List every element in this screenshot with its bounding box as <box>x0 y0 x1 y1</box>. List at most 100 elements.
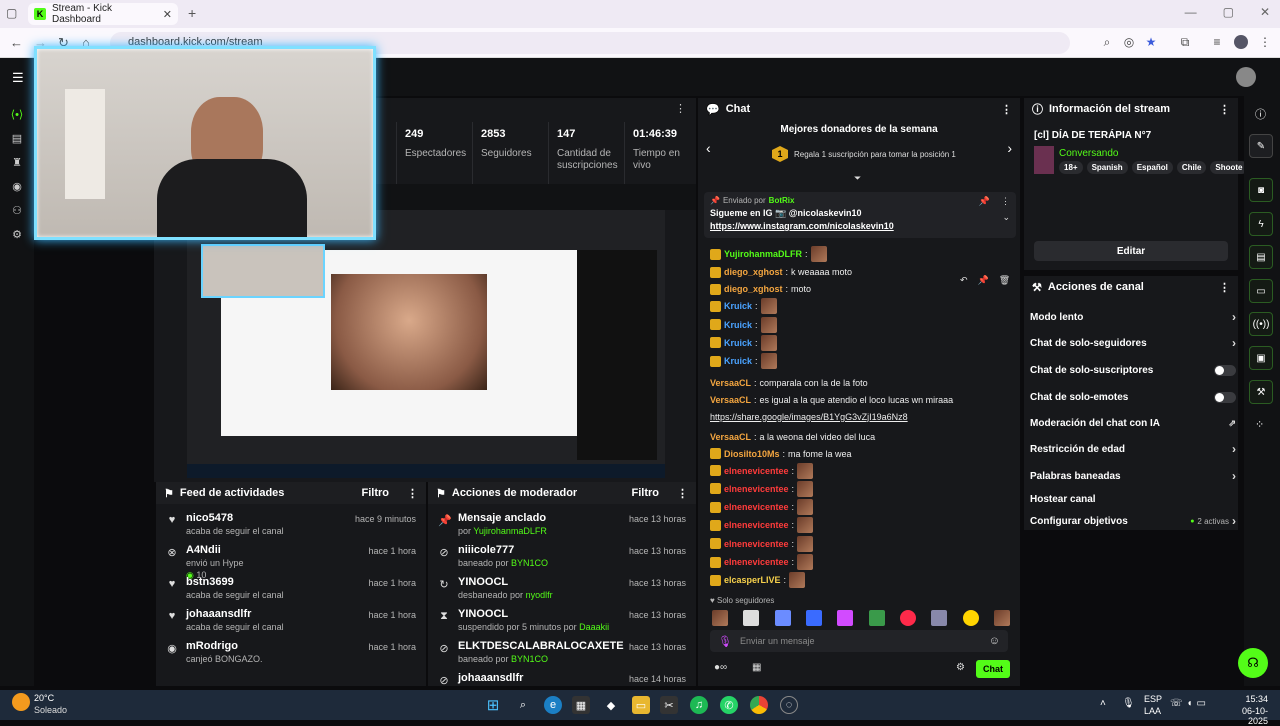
emote-6[interactable] <box>868 610 885 626</box>
mic-icon[interactable]: 🎙 <box>718 635 732 648</box>
app-icon[interactable]: ◆ <box>602 696 620 714</box>
spotify-icon[interactable]: ♫ <box>690 696 708 714</box>
weather-icon[interactable] <box>12 693 30 711</box>
mod-filter-button[interactable]: Filtro <box>632 487 660 499</box>
hamburger-menu-icon[interactable]: ☰ <box>12 70 24 86</box>
chat-message[interactable]: elcasperLIVE: <box>710 572 806 589</box>
chat-message[interactable]: Kruick: <box>710 316 777 333</box>
mod-item-name[interactable]: YINOOCL <box>458 576 508 588</box>
collapse-icon[interactable]: ⏷ <box>854 173 861 184</box>
chat-username[interactable]: Diosilto10Ms <box>724 449 780 459</box>
chat-username[interactable]: elnenevicentee <box>724 539 789 549</box>
chat-message[interactable]: elnenevicentee: <box>710 535 814 552</box>
stream-tag[interactable]: Chile <box>1176 161 1207 174</box>
network-volume-battery-icon[interactable]: ☏◖▭ <box>1170 698 1210 709</box>
channel-action-item[interactable]: Configurar objetivos ● 2 activas › <box>1030 510 1236 532</box>
feed-item[interactable]: ♥ nico5478 acaba de seguir el canal hace 9 … <box>156 512 426 544</box>
chat-username[interactable]: Kruick <box>724 301 752 311</box>
video-preview[interactable] <box>187 210 665 478</box>
back-icon[interactable]: ← <box>10 35 23 50</box>
kick-points-icon[interactable]: ●∞ <box>714 662 727 673</box>
pinned-link[interactable]: https://www.instagram.com/nicolaskevin10 <box>710 221 894 231</box>
maximize-icon[interactable]: ▢ <box>1223 5 1234 19</box>
channel-action-item[interactable]: Restricción de edad › <box>1030 438 1236 460</box>
content-nav-icon[interactable]: ▤ <box>10 132 24 146</box>
channel-action-item[interactable]: Palabras baneadas › <box>1030 465 1236 487</box>
window-close-icon[interactable]: ✕ <box>1260 5 1270 19</box>
camera-nav-icon[interactable]: ◉ <box>10 180 24 194</box>
mod-item[interactable]: ↻ YINOOCL desbaneado por nyodlfr hace 13 ho… <box>428 576 696 608</box>
chat-message[interactable]: Kruick: <box>710 334 777 351</box>
chat-message[interactable]: diego_xghost: k weaaaa moto <box>710 264 852 280</box>
browser-menu-icon[interactable]: ⋮ <box>1258 35 1272 49</box>
start-windows-icon[interactable]: ⊞ <box>484 696 502 714</box>
channel-action-item[interactable]: Modo lento › <box>1030 306 1236 328</box>
emoji-icon[interactable]: ☺ <box>989 635 1000 647</box>
feed-item-name[interactable]: A4Ndii <box>186 544 221 556</box>
chat-message[interactable]: YujirohanmaDLFR: <box>710 246 827 262</box>
edge-icon[interactable]: e <box>544 696 562 714</box>
chat-message[interactable]: elnenevicentee: <box>710 462 814 479</box>
mod-item-name[interactable]: ELKTDESCALABRALOCAXETE <box>458 640 624 652</box>
feed-item-name[interactable]: bstn3699 <box>186 576 234 588</box>
channel-action-item[interactable]: Moderación del chat con IA ⇗ <box>1030 412 1236 434</box>
chat-username[interactable]: YujirohanmaDLFR <box>724 249 802 259</box>
media-icon[interactable]: ≡ <box>1210 35 1224 49</box>
stream-tag[interactable]: 18+ <box>1059 161 1083 174</box>
search-icon[interactable]: ⌕ <box>514 696 532 714</box>
tab-close-icon[interactable]: ✕ <box>163 8 172 21</box>
users-nav-icon[interactable]: ⚇ <box>10 204 24 218</box>
mod-item[interactable]: 📌 Mensaje anclado por YujirohanmaDLFR hace … <box>428 512 696 544</box>
chat-username[interactable]: VersaaCL <box>710 378 751 388</box>
feed-item-name[interactable]: mRodrigo <box>186 640 238 652</box>
chat-username[interactable]: diego_xghost <box>724 267 783 277</box>
mod-item-name[interactable]: niiicole777 <box>458 544 514 556</box>
mic-tray-icon[interactable]: 🎙 <box>1122 698 1135 709</box>
chat-menu-icon[interactable]: ⋮ <box>1001 103 1012 116</box>
chat-username[interactable]: elnenevicentee <box>724 520 789 530</box>
chat-message[interactable]: elnenevicentee: <box>710 517 814 534</box>
emote-8[interactable] <box>931 610 948 626</box>
channel-action-item[interactable]: Chat de solo-suscriptores <box>1030 359 1236 381</box>
feed-item[interactable]: ⊗ A4Ndii envió un Hype ◉ 10 hace 1 hora <box>156 544 426 580</box>
camera-quick-icon[interactable]: ◙ <box>1249 178 1273 202</box>
chat-username[interactable]: elnenevicentee <box>724 484 789 494</box>
mod-detail-user[interactable]: YujirohanmaDLFR <box>473 526 547 536</box>
chat-settings-icon[interactable]: ⚙ <box>956 662 965 673</box>
donors-next-icon[interactable]: › <box>1007 140 1012 156</box>
chat-message[interactable]: https://share.google/images/B1YgG3vZjI19… <box>710 409 908 425</box>
trophy-nav-icon[interactable]: ♜ <box>10 156 24 170</box>
note-icon[interactable]: ▤ <box>1249 245 1273 269</box>
eye-off-icon[interactable]: ◎ <box>1122 35 1136 49</box>
chat-username[interactable]: elnenevicentee <box>724 557 789 567</box>
emote-7[interactable] <box>899 610 916 626</box>
donors-prev-icon[interactable]: ‹ <box>706 140 711 156</box>
chat-username[interactable]: Kruick <box>724 320 752 330</box>
chat-username[interactable]: elnenevicentee <box>724 466 789 476</box>
snip-icon[interactable]: ✂ <box>660 696 678 714</box>
chat-message[interactable]: elnenevicentee: <box>710 499 814 516</box>
channel-action-item[interactable]: Chat de solo-emotes <box>1030 386 1236 408</box>
pin-message-icon[interactable]: 📌 <box>978 275 989 291</box>
chat-message[interactable]: elnenevicentee: <box>710 480 814 497</box>
emote-2[interactable] <box>743 610 760 626</box>
mod-menu-icon[interactable]: ⋮ <box>677 487 688 500</box>
feed-item-name[interactable]: johaaansdlfr <box>186 608 251 620</box>
emote-5[interactable] <box>837 610 854 626</box>
mod-detail-user[interactable]: BYN1CO <box>511 654 548 664</box>
chat-message[interactable]: Kruick: <box>710 353 777 370</box>
chat-message[interactable]: VersaaCL: comparala con la de la foto <box>710 375 868 391</box>
stream-nav-icon[interactable]: ⟨•⟩ <box>10 108 24 122</box>
chrome-icon[interactable] <box>750 696 768 714</box>
emote-4[interactable] <box>805 610 822 626</box>
chat-username[interactable]: VersaaCL <box>710 395 751 405</box>
channel-action-item[interactable]: Hostear canal <box>1030 488 1236 510</box>
chat-username[interactable]: elnenevicentee <box>724 502 789 512</box>
browser-tab[interactable]: K Stream - Kick Dashboard ✕ <box>28 3 178 25</box>
settings-nav-icon[interactable]: ⚙ <box>10 228 24 242</box>
mod-item-name[interactable]: YINOOCL <box>458 608 508 620</box>
mod-detail-user[interactable]: Daaakii <box>579 622 609 632</box>
whatsapp-icon[interactable]: ✆ <box>720 696 738 714</box>
emote-9[interactable] <box>962 610 979 626</box>
chat-message[interactable]: diego_xghost: moto <box>710 281 811 297</box>
